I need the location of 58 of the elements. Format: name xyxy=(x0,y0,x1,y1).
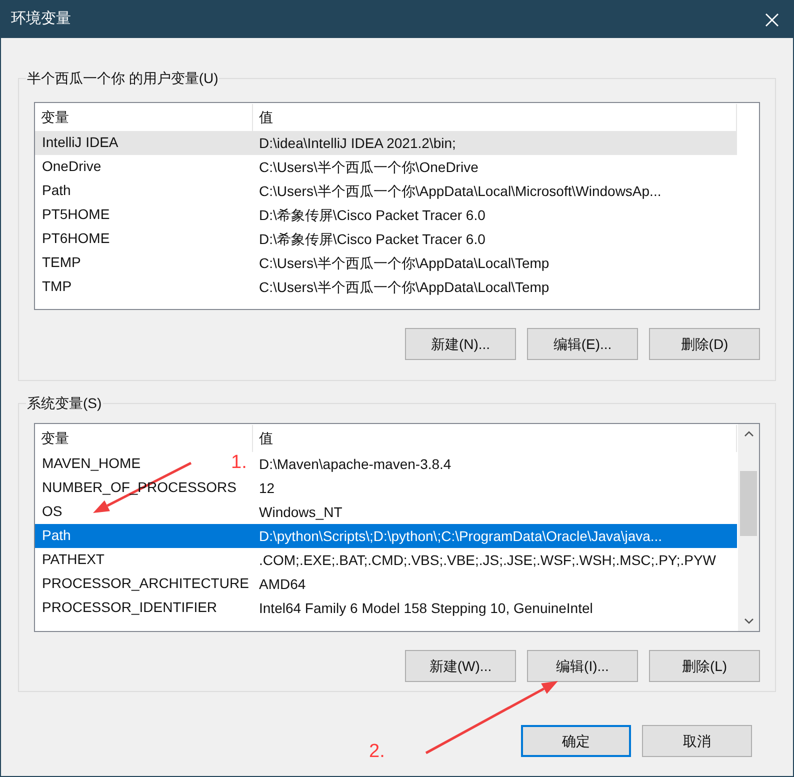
list-row[interactable]: TMP C:\Users\半个西瓜一个你\AppData\Local\Temp xyxy=(35,275,737,299)
variable-value: D:\希象传屏\Cisco Packet Tracer 6.0 xyxy=(258,230,486,248)
scroll-thumb[interactable] xyxy=(740,471,757,536)
list-row[interactable]: PROCESSOR_IDENTIFIER Intel64 Family 6 Model 158 Stepping 10, GenuineIntel xyxy=(35,596,737,620)
variable-value: AMD64 xyxy=(258,574,307,594)
variable-value: Intel64 Family 6 Model 158 Stepping 10, GenuineIntel xyxy=(258,598,594,618)
variable-name: OneDrive xyxy=(42,158,102,174)
variable-name: PROCESSOR_ARCHITECTURE xyxy=(42,574,249,591)
action-button[interactable]: 编辑(I)... xyxy=(527,650,638,682)
action-button[interactable]: 新建(W)... xyxy=(405,650,516,682)
variable-name: TEMP xyxy=(42,254,81,270)
variable-name: PROCESSOR_IDENTIFIER xyxy=(42,598,218,615)
variable-value: C:\Users\半个西瓜一个你\AppData\Local\Microsoft\WindowsAp... xyxy=(258,182,662,201)
list-row[interactable]: PT5HOME D:\希象传屏\Cisco Packet Tracer 6.0 xyxy=(35,203,737,227)
variable-value: D:\python\Scripts\;D:\python\;C:\ProgramData\Oracle\Java\java... xyxy=(258,526,664,546)
variable-name: Path xyxy=(42,182,71,198)
action-button[interactable]: 删除(D) xyxy=(649,328,760,360)
annotation-label: 1. xyxy=(231,451,247,475)
scrollbar[interactable] xyxy=(738,424,759,631)
list-row[interactable]: MAVEN_HOME 1. D:\Maven\apache-maven-3.8.4 xyxy=(35,452,737,476)
variable-value: Windows_NT xyxy=(258,502,344,522)
group-title: 系统变量(S) xyxy=(26,393,103,413)
variable-value: D:\idea\IntelliJ IDEA 2021.2\bin; xyxy=(258,134,457,152)
column-header[interactable]: 变量 xyxy=(35,425,253,452)
variable-name: TMP xyxy=(42,278,72,294)
variable-name: Path xyxy=(42,526,71,543)
column-header[interactable]: 值 xyxy=(253,425,737,452)
list-row[interactable]: PT6HOME D:\希象传屏\Cisco Packet Tracer 6.0 xyxy=(35,227,737,251)
variable-name: PT5HOME xyxy=(42,206,110,222)
list-row[interactable]: OneDrive C:\Users\半个西瓜一个你\OneDrive xyxy=(35,155,737,179)
variable-value: C:\Users\半个西瓜一个你\AppData\Local\Temp xyxy=(258,254,550,273)
list-row[interactable]: PATHEXT .COM;.EXE;.BAT;.CMD;.VBS;.VBE;.JS;.JSE;.WSF;.WSH;.MSC;.PY;.PYW xyxy=(35,548,737,572)
variable-name: OS xyxy=(42,502,62,519)
action-button[interactable]: 新建(N)... xyxy=(405,328,516,360)
close-icon[interactable] xyxy=(765,12,779,26)
action-button[interactable]: 删除(L) xyxy=(649,650,760,682)
variable-value: D:\Maven\apache-maven-3.8.4 xyxy=(258,454,452,474)
variable-name: PATHEXT xyxy=(42,550,104,567)
dialog-button[interactable]: 取消 xyxy=(642,725,752,757)
list-row[interactable]: IntelliJ IDEA D:\idea\IntelliJ IDEA 2021.2\bin; xyxy=(35,131,737,155)
list-row[interactable]: TEMP C:\Users\半个西瓜一个你\AppData\Local\Temp xyxy=(35,251,737,275)
action-button[interactable]: 编辑(E)... xyxy=(527,328,638,360)
variable-value: C:\Users\半个西瓜一个你\AppData\Local\Temp xyxy=(258,278,550,297)
variable-value: 12 xyxy=(258,478,276,498)
list-row[interactable]: Path C:\Users\半个西瓜一个你\AppData\Local\Microsoft\WindowsAp... xyxy=(35,179,737,203)
dialog-button[interactable]: 确定 xyxy=(521,725,631,757)
variable-value: C:\Users\半个西瓜一个你\OneDrive xyxy=(258,158,480,176)
variable-value: D:\希象传屏\Cisco Packet Tracer 6.0 xyxy=(258,206,486,224)
variable-name: PT6HOME xyxy=(42,230,110,246)
window-title: 环境变量 xyxy=(11,9,71,30)
group-title: 半个西瓜一个你 的用户变量(U) xyxy=(26,68,220,88)
annotation-label: 2. xyxy=(369,740,385,764)
variable-name: MAVEN_HOME xyxy=(42,454,141,471)
variable-value: .COM;.EXE;.BAT;.CMD;.VBS;.VBE;.JS;.JSE;.WSF;.WSH;.MSC;.PY;.PYW xyxy=(258,550,718,570)
list-row[interactable]: PROCESSOR_ARCHITECTURE AMD64 xyxy=(35,572,737,596)
list-row[interactable]: Path D:\python\Scripts\;D:\python\;C:\ProgramData\Oracle\Java\java... xyxy=(35,524,737,548)
variable-name: IntelliJ IDEA xyxy=(42,134,118,150)
list-row[interactable]: OS Windows_NT xyxy=(35,500,737,524)
